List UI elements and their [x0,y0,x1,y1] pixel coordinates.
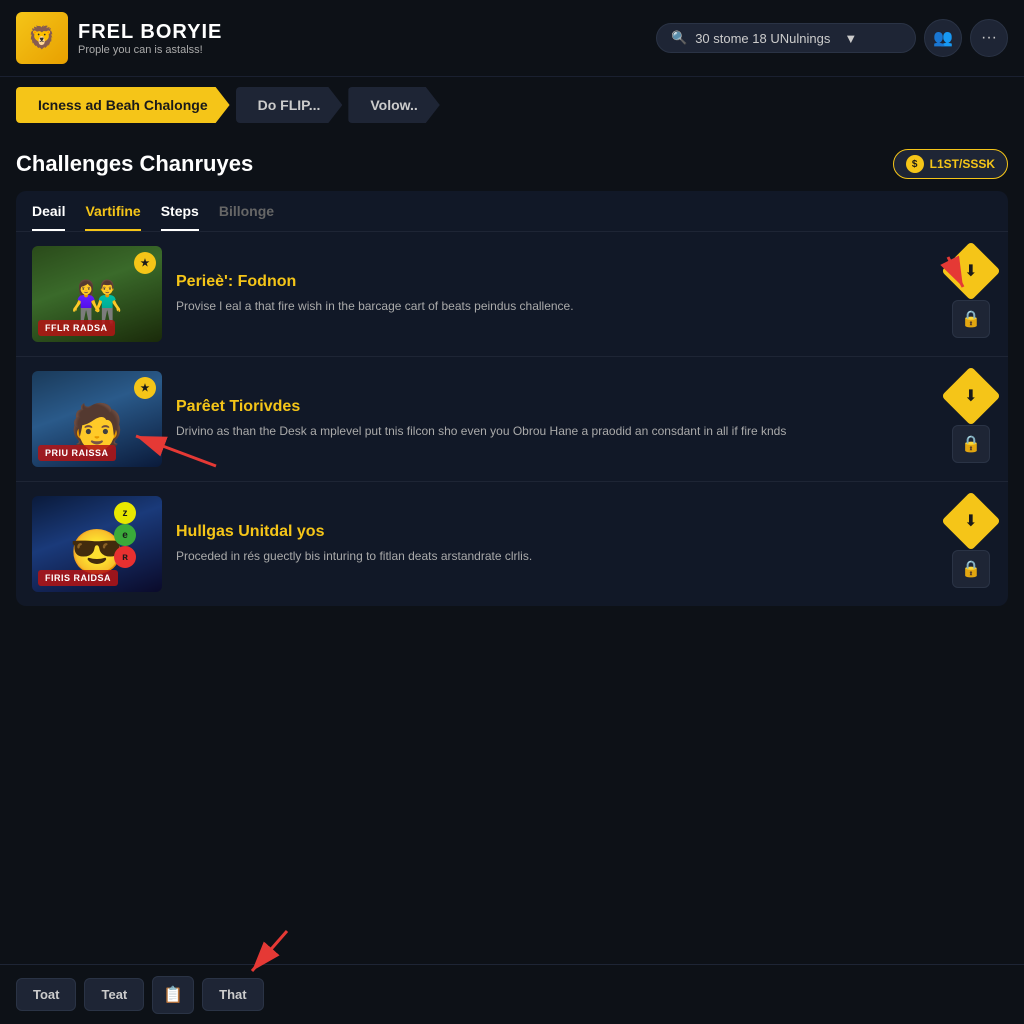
thumb-label-3: FIRIS RAIDSA [38,570,118,586]
thumb-badge-1: ★ [134,252,156,274]
teat-button[interactable]: Teat [84,978,144,1011]
sub-tab-steps[interactable]: Steps [161,203,199,231]
challenge-desc-3: Proceded in rés guectly bis inturing to … [176,547,936,565]
challenge-item-3: 😎 z e ʀ FIRIS RAIDSA Hullgas Unitdal yos… [16,482,1008,606]
download-icon-1: ⬇ [964,261,977,281]
list-badge: $ L1ST/SSSK [893,149,1008,179]
sub-tab-vartifine[interactable]: Vartifine [85,203,140,231]
lock-icon-2: 🔒 [961,434,981,454]
challenge-desc-1: Provise l eal a that fire wish in the ba… [176,297,936,315]
challenge-title-2: Parêet Tiorivdes [176,398,936,416]
lock-button-3[interactable]: 🔒 [952,550,990,588]
thumb-badge-3a: z [114,502,136,524]
chevron-down-icon: ▼ [844,31,857,46]
challenge-actions-3: ⬇ 🔒 [950,496,992,592]
card-list: Deail Vartifine Steps Billonge 👫 FFLR RA… [16,191,1008,606]
thumb-label-2: PRIU RAISSA [38,445,116,461]
users-icon: 👥 [933,28,953,48]
more-icon: ··· [981,29,997,47]
challenge-actions-2: ⬇ 🔒 [950,371,992,467]
coin-icon: $ [906,155,924,173]
nav-tab-challenges[interactable]: Icness ad Beah Chalonge [16,87,230,123]
lock-icon-3: 🔒 [961,559,981,579]
that-button-wrapper: That [202,978,263,1011]
app-header: 🦁 FREL BORYIE Prople you can is astalss!… [0,0,1024,77]
nav-tabs: Icness ad Beah Chalonge Do FLIP... Volow… [0,77,1024,133]
app-tagline: Prople you can is astalss! [78,44,222,56]
challenge-thumbnail-2: 🧑 PRIU RAISSA ★ [32,371,162,467]
lock-button-2[interactable]: 🔒 [952,425,990,463]
challenge-item: 👫 FFLR RADSA ★ Perieè': Fodnon Provise l… [16,232,1008,357]
download-button-1[interactable]: ⬇ [941,241,1000,300]
badge-label: L1ST/SSSK [930,157,995,171]
header-search-area: 🔍 30 stome 18 UNulnings ▼ 👥 ··· [656,19,1008,57]
logo-area: 🦁 FREL BORYIE Prople you can is astalss! [16,12,222,64]
users-button[interactable]: 👥 [924,19,962,57]
search-icon: 🔍 [671,30,687,46]
lock-button-1[interactable]: 🔒 [952,300,990,338]
thumb-badge-3b: e [114,524,136,546]
thumb-badge-3c: ʀ [114,546,136,568]
challenge-desc-2: Drivino as than the Desk a mplevel put t… [176,422,936,440]
logo-shield-icon: 🦁 [16,12,68,64]
more-button[interactable]: ··· [970,19,1008,57]
search-bar[interactable]: 🔍 30 stome 18 UNulnings ▼ [656,23,916,53]
download-icon-3: ⬇ [964,511,977,531]
download-button-2[interactable]: ⬇ [941,366,1000,425]
nav-tab-flip[interactable]: Do FLIP... [236,87,343,123]
that-button[interactable]: That [202,978,263,1011]
section-title: Challenges Chanruyes [16,151,253,177]
thumb-label-1: FFLR RADSA [38,320,115,336]
challenge-thumbnail-3: 😎 z e ʀ FIRIS RAIDSA [32,496,162,592]
challenge-info-1: Perieè': Fodnon Provise l eal a that fir… [176,246,936,342]
nav-tab-volow[interactable]: Volow.. [348,87,439,123]
download-button-3[interactable]: ⬇ [941,491,1000,550]
app-name: FREL BORYIE [78,21,222,44]
main-content: Challenges Chanruyes $ L1ST/SSSK Deail V… [0,133,1024,622]
lock-icon-1: 🔒 [961,309,981,329]
challenge-info-2: Parêet Tiorivdes Drivino as than the Des… [176,371,936,467]
challenge-title-3: Hullgas Unitdal yos [176,523,936,541]
clipboard-icon: 📋 [163,987,183,1004]
sub-tabs: Deail Vartifine Steps Billonge [16,191,1008,232]
toat-button[interactable]: Toat [16,978,76,1011]
download-icon-2: ⬇ [964,386,977,406]
clipboard-button[interactable]: 📋 [152,976,194,1014]
challenge-item-2: 🧑 PRIU RAISSA ★ Parêet Tiorivdes Drivino… [16,357,1008,482]
logo-text: FREL BORYIE Prople you can is astalss! [78,21,222,56]
thumb-badge-2: ★ [134,377,156,399]
search-text: 30 stome 18 UNulnings [695,31,830,46]
challenge-info-3: Hullgas Unitdal yos Proceded in rés guec… [176,496,936,592]
challenge-actions-1: ⬇ 🔒 [950,246,992,342]
section-header: Challenges Chanruyes $ L1ST/SSSK [16,149,1008,179]
arrow-indicator-bottom [232,921,302,981]
sub-tab-deail[interactable]: Deail [32,203,65,231]
bottom-bar: Toat Teat 📋 That [0,964,1024,1024]
sub-tab-billonge[interactable]: Billonge [219,203,274,231]
challenge-title-1: Perieè': Fodnon [176,273,936,291]
challenge-thumbnail-1: 👫 FFLR RADSA ★ [32,246,162,342]
